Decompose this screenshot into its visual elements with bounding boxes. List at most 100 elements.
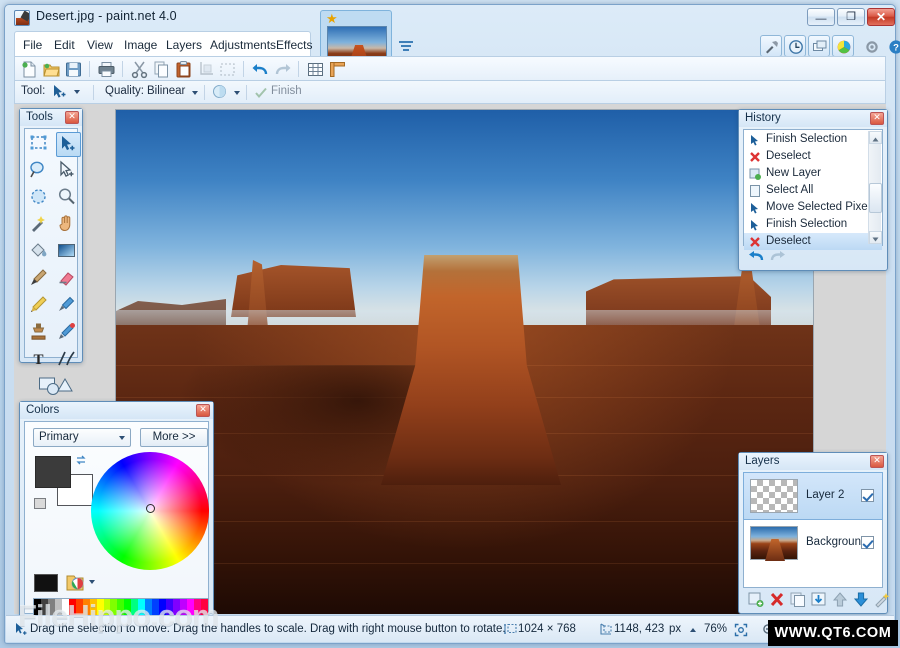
menu-effects[interactable]: Effects <box>272 36 316 54</box>
delete-layer-button[interactable] <box>768 591 786 608</box>
color-mode-select[interactable]: Primary <box>33 428 131 447</box>
tools-panel-close-button[interactable]: ✕ <box>65 111 79 124</box>
history-item-0[interactable]: Finish Selection <box>744 131 882 148</box>
palette-swatch[interactable] <box>166 599 173 615</box>
tools-window-button[interactable] <box>760 35 782 57</box>
color-wheel-cursor[interactable] <box>146 504 155 513</box>
reset-colors-swatch[interactable] <box>34 498 46 509</box>
lasso-select-tool[interactable] <box>28 159 53 184</box>
palette-swatch[interactable] <box>62 599 69 615</box>
ellipse-select-tool[interactable] <box>28 186 53 211</box>
clone-stamp-tool[interactable] <box>28 321 53 346</box>
colors-window-button[interactable] <box>832 35 854 57</box>
palette-swatch[interactable] <box>97 599 104 615</box>
primary-color-swatch[interactable] <box>35 456 71 488</box>
redo-button[interactable] <box>273 60 292 79</box>
palette-swatch[interactable] <box>138 599 145 615</box>
units-label[interactable]: px <box>669 623 681 635</box>
settings-button[interactable] <box>860 35 882 57</box>
palette-swatch[interactable] <box>48 599 55 615</box>
quality-value[interactable]: Bilinear <box>147 85 185 102</box>
palette-swatch[interactable] <box>69 599 76 615</box>
zoom-tool[interactable] <box>56 186 81 211</box>
eraser-tool[interactable] <box>56 267 81 292</box>
palette-swatch[interactable] <box>159 599 166 615</box>
color-wheel[interactable] <box>91 452 209 570</box>
quality-chevron-down-icon[interactable] <box>192 91 198 95</box>
menu-view[interactable]: View <box>83 36 117 54</box>
history-item-5[interactable]: Finish Selection <box>744 216 882 233</box>
magic-wand-tool[interactable] <box>28 213 53 238</box>
rulers-button[interactable] <box>328 60 347 79</box>
color-palette[interactable] <box>33 598 209 616</box>
palette-current-swatch[interactable] <box>34 574 58 592</box>
line-curve-tool[interactable] <box>56 348 81 373</box>
help-button[interactable]: ? <box>884 35 900 57</box>
colors-panel-close-button[interactable]: ✕ <box>196 404 210 417</box>
paste-button[interactable] <box>174 60 193 79</box>
scrollbar-thumb[interactable] <box>869 183 882 213</box>
pan-tool[interactable] <box>56 213 81 238</box>
more-colors-button[interactable]: More >> <box>140 428 208 447</box>
gradient-tool[interactable] <box>56 240 81 265</box>
palette-chevron-down-icon[interactable] <box>89 580 95 584</box>
palette-swatch[interactable] <box>131 599 138 615</box>
move-layer-down-button[interactable] <box>852 591 870 608</box>
menu-edit[interactable]: Edit <box>50 36 79 54</box>
paintbrush-tool[interactable] <box>28 267 53 292</box>
pencil-tool[interactable] <box>28 294 53 319</box>
add-layer-button[interactable] <box>747 591 765 608</box>
new-button[interactable] <box>20 60 39 79</box>
blend-chevron-down-icon[interactable] <box>234 91 240 95</box>
palette-swatch[interactable] <box>145 599 152 615</box>
history-window-button[interactable] <box>784 35 806 57</box>
palette-swatch[interactable] <box>180 599 187 615</box>
layer-row-0[interactable]: Layer 2 <box>744 473 882 519</box>
crop-to-selection-button[interactable] <box>196 60 215 79</box>
scroll-up-arrow-icon[interactable] <box>869 131 882 144</box>
history-item-2[interactable]: New Layer <box>744 165 882 182</box>
history-panel-close-button[interactable]: ✕ <box>870 112 884 125</box>
tab-list-menu-icon[interactable] <box>399 41 413 53</box>
deselect-all-button[interactable] <box>218 60 237 79</box>
layers-panel-close-button[interactable]: ✕ <box>870 455 884 468</box>
copy-button[interactable] <box>152 60 171 79</box>
menu-layers[interactable]: Layers <box>162 36 206 54</box>
palette-swatch[interactable] <box>41 599 48 615</box>
open-button[interactable] <box>42 60 61 79</box>
finish-label[interactable]: Finish <box>271 85 302 97</box>
palette-swatch[interactable] <box>173 599 180 615</box>
text-tool[interactable]: T <box>28 348 53 373</box>
image-canvas[interactable] <box>116 110 813 614</box>
shapes-tool[interactable] <box>38 375 74 400</box>
palette-swatch[interactable] <box>55 599 62 615</box>
history-item-4[interactable]: Move Selected Pixels <box>744 199 882 216</box>
print-button[interactable] <box>97 60 116 79</box>
palette-swatch[interactable] <box>124 599 131 615</box>
layer-visibility-checkbox[interactable] <box>861 489 874 502</box>
palette-swatch[interactable] <box>34 599 41 615</box>
zoom-level-value[interactable]: 76% <box>704 623 727 635</box>
history-item-1[interactable]: Deselect <box>744 148 882 165</box>
swap-colors-icon[interactable] <box>75 453 87 465</box>
palette-swatch[interactable] <box>83 599 90 615</box>
palette-swatch[interactable] <box>76 599 83 615</box>
blend-mode-selector[interactable] <box>211 83 229 100</box>
menu-image[interactable]: Image <box>120 36 161 54</box>
history-item-3[interactable]: Select All <box>744 182 882 199</box>
open-palette-button[interactable] <box>65 573 85 592</box>
menu-file[interactable]: File <box>19 36 46 54</box>
palette-swatch[interactable] <box>117 599 124 615</box>
layers-window-button[interactable] <box>808 35 830 57</box>
history-scrollbar[interactable] <box>868 131 881 244</box>
rectangle-select-tool[interactable] <box>28 132 53 157</box>
palette-swatch[interactable] <box>187 599 194 615</box>
grid-button[interactable] <box>306 60 325 79</box>
cut-button[interactable] <box>130 60 149 79</box>
paint-bucket-tool[interactable] <box>28 240 53 265</box>
history-undo-button[interactable] <box>747 248 765 264</box>
save-button[interactable] <box>64 60 83 79</box>
palette-swatch[interactable] <box>194 599 201 615</box>
scroll-down-arrow-icon[interactable] <box>869 231 882 244</box>
move-layer-up-button[interactable] <box>831 591 849 608</box>
